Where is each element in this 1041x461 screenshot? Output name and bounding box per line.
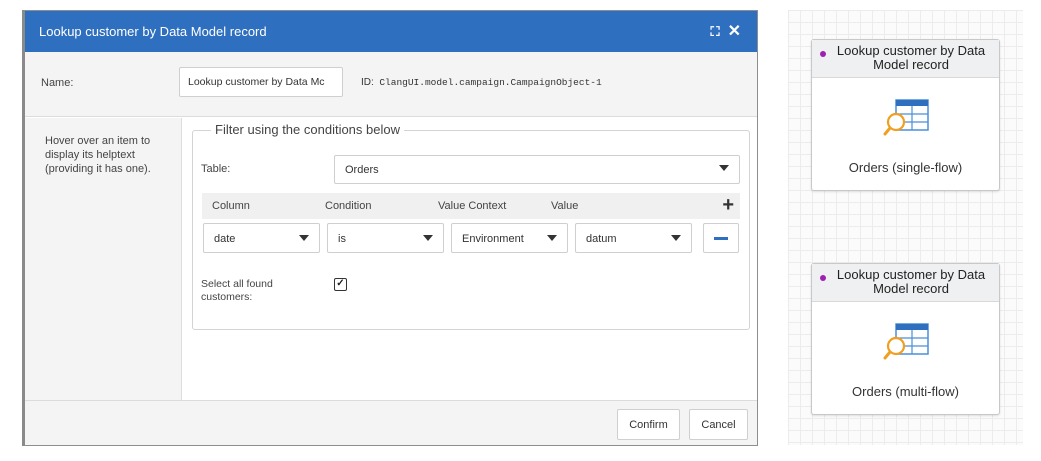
name-input[interactable] bbox=[179, 67, 343, 97]
lookup-dialog: Lookup customer by Data Model record ⛶ ✕… bbox=[22, 10, 758, 446]
filter-fieldset: Filter using the conditions below Table:… bbox=[192, 122, 750, 330]
table-label: Table: bbox=[201, 163, 231, 175]
dialog-header: Lookup customer by Data Model record ⛶ ✕ bbox=[25, 11, 757, 52]
dialog-content: Filter using the conditions below Table:… bbox=[183, 118, 757, 408]
node-status-dot bbox=[820, 275, 826, 281]
table-search-icon bbox=[883, 323, 929, 360]
node-label: Orders (multi-flow) bbox=[852, 384, 959, 399]
value-context-select-value: Environment bbox=[462, 233, 524, 245]
id-prefix: ID: bbox=[361, 77, 374, 88]
name-row: Name: ID: ClangUI.model.campaign.Campaig… bbox=[25, 52, 757, 117]
condition-row: date is Environment datum bbox=[202, 223, 740, 255]
confirm-button[interactable]: Confirm bbox=[617, 409, 680, 440]
filter-legend: Filter using the conditions below bbox=[211, 122, 404, 137]
caret-down-icon bbox=[423, 235, 433, 241]
value-select-value: datum bbox=[586, 233, 617, 245]
node-header: Lookup customer by Data Model record bbox=[812, 264, 999, 302]
add-condition-button[interactable]: + bbox=[722, 195, 734, 215]
workflow-canvas[interactable]: Lookup customer by Data Model record Ord… bbox=[788, 10, 1023, 445]
name-label: Name: bbox=[41, 77, 74, 89]
object-id: ID: ClangUI.model.campaign.CampaignObjec… bbox=[361, 77, 602, 88]
node-title: Lookup customer by Data Model record bbox=[836, 43, 986, 72]
node-label: Orders (single-flow) bbox=[848, 160, 963, 175]
value-select[interactable]: datum bbox=[575, 223, 692, 253]
select-all-checkbox[interactable]: ✓ bbox=[334, 278, 347, 291]
table-select[interactable]: Orders bbox=[334, 155, 740, 184]
help-text: Hover over an item to display its helpte… bbox=[45, 135, 151, 175]
caret-down-icon bbox=[671, 235, 681, 241]
node-status-dot bbox=[820, 51, 826, 57]
help-sidebar: Hover over an item to display its helpte… bbox=[25, 118, 182, 408]
column-select[interactable]: date bbox=[203, 223, 320, 253]
cancel-button[interactable]: Cancel bbox=[689, 409, 748, 440]
flow-node-multi[interactable]: Lookup customer by Data Model record Ord… bbox=[811, 263, 1000, 415]
header-buttons: ⛶ ✕ bbox=[710, 23, 757, 40]
conditions-header: Column Condition Value Context Value + bbox=[202, 193, 740, 219]
close-icon[interactable]: ✕ bbox=[728, 23, 741, 40]
node-header: Lookup customer by Data Model record bbox=[812, 40, 999, 78]
caret-down-icon bbox=[547, 235, 557, 241]
expand-icon[interactable]: ⛶ bbox=[710, 25, 719, 38]
dialog-footer: Confirm Cancel bbox=[25, 400, 757, 445]
column-header-value-context: Value Context bbox=[438, 200, 507, 212]
table-select-value: Orders bbox=[345, 164, 379, 176]
minus-icon bbox=[714, 237, 728, 240]
remove-condition-button[interactable] bbox=[703, 223, 739, 253]
condition-select[interactable]: is bbox=[327, 223, 444, 253]
node-title: Lookup customer by Data Model record bbox=[836, 267, 986, 296]
table-search-icon bbox=[883, 99, 929, 136]
id-value: ClangUI.model.campaign.CampaignObject-1 bbox=[379, 77, 602, 88]
value-context-select[interactable]: Environment bbox=[451, 223, 568, 253]
flow-node-single[interactable]: Lookup customer by Data Model record Ord… bbox=[811, 39, 1000, 191]
caret-down-icon bbox=[719, 165, 729, 171]
checkmark-icon: ✓ bbox=[336, 278, 345, 289]
caret-down-icon bbox=[299, 235, 309, 241]
dialog-title: Lookup customer by Data Model record bbox=[39, 24, 267, 39]
column-header-column: Column bbox=[212, 200, 250, 212]
select-all-label: Select all found customers: bbox=[201, 278, 273, 303]
column-header-value: Value bbox=[551, 200, 579, 212]
column-header-condition: Condition bbox=[325, 200, 372, 212]
column-select-value: date bbox=[214, 233, 236, 245]
condition-select-value: is bbox=[338, 233, 346, 245]
